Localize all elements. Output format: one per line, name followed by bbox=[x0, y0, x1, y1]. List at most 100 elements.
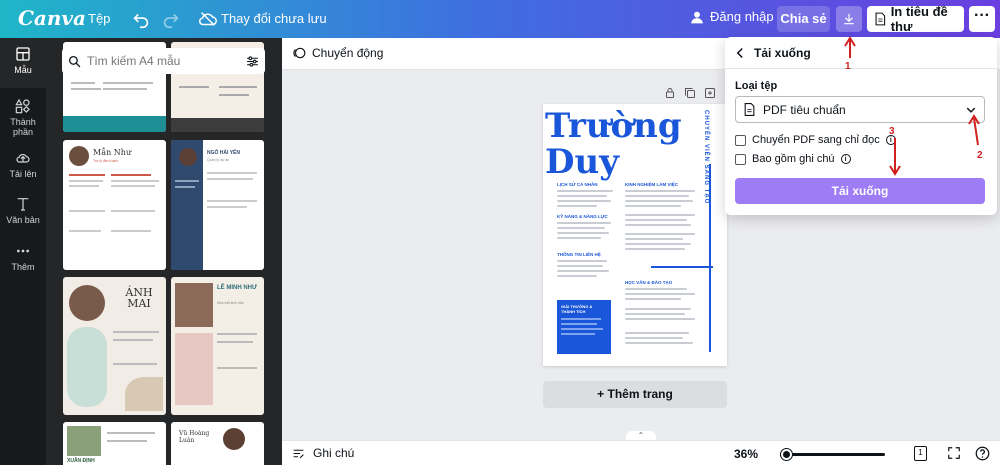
canva-logo[interactable]: Canva bbox=[18, 6, 86, 30]
notes-label: Ghi chú bbox=[313, 446, 355, 460]
editor-footer: Ghi chú 36% 1 bbox=[282, 440, 1000, 465]
flatten-pdf-label: Chuyển PDF sang chỉ đọc bbox=[752, 134, 880, 146]
annotation-label-2: 2 bbox=[977, 150, 983, 161]
fullscreen-icon[interactable] bbox=[947, 446, 961, 460]
zoom-slider[interactable] bbox=[780, 449, 885, 460]
template-panel: Mẫn Như Trợ lý điều hành NGÔ HẢI YẾN Quả… bbox=[46, 38, 282, 465]
cloud-unsaved-icon bbox=[199, 12, 217, 26]
download-icon bbox=[844, 13, 854, 25]
chevron-left-icon bbox=[736, 47, 743, 59]
thumb-subtitle: Quản lý dự án bbox=[207, 158, 230, 162]
template-thumb-xuan-dinh[interactable]: XUÂN ĐỊNH bbox=[63, 422, 166, 465]
animation-icon bbox=[293, 47, 306, 59]
file-type-select[interactable]: PDF tiêu chuẩn bbox=[735, 96, 985, 123]
template-thumb-man-nhu[interactable]: Mẫn Như Trợ lý điều hành bbox=[63, 140, 166, 270]
thumb-title: XUÂN ĐỊNH bbox=[67, 458, 95, 464]
thumb-subtitle: Trợ lý điều hành bbox=[93, 159, 119, 163]
annotation-label-1: 1 bbox=[845, 61, 851, 72]
animate-button[interactable]: Chuyển động bbox=[292, 46, 383, 60]
info-icon[interactable]: i bbox=[840, 154, 851, 164]
annotation-label-3: 3 bbox=[889, 126, 895, 137]
thumb-title: Mẫn Như bbox=[93, 148, 132, 157]
rail-label: Văn bản bbox=[6, 215, 40, 225]
resume-vertical-rule bbox=[709, 164, 711, 352]
thumb-title: ÁNH MAI bbox=[125, 286, 153, 310]
rail-item-uploads[interactable]: Tải lên bbox=[0, 142, 46, 192]
zoom-level[interactable]: 36% bbox=[734, 447, 758, 461]
print-label: In tiêu đề thư bbox=[890, 4, 948, 34]
divider bbox=[725, 68, 997, 69]
download-submit-button[interactable]: Tải xuống bbox=[735, 178, 985, 204]
page-actions bbox=[664, 87, 716, 99]
notes-button[interactable]: Ghi chú bbox=[292, 446, 354, 460]
save-status: Thay đổi chưa lưu bbox=[221, 11, 327, 26]
elements-icon bbox=[15, 98, 30, 114]
resume-section-heading: HỌC VẤN & ĐÀO TẠO bbox=[625, 280, 673, 285]
back-button[interactable] bbox=[735, 46, 745, 62]
template-thumb-le-minh-nhu[interactable]: LÊ MINH NHƯ Nhà viết kịch bản bbox=[171, 277, 264, 415]
resume-section-heading: KỸ NĂNG & NĂNG LỰC bbox=[557, 214, 608, 219]
template-thumb-vu-hoang-luan[interactable]: Vũ Hoàng Luân bbox=[171, 422, 264, 465]
resume-section-heading: KINH NGHIỆM LÀM VIỆC bbox=[625, 182, 679, 187]
more-options-button[interactable]: ··· bbox=[969, 6, 995, 32]
resume-name-line1: Trường bbox=[545, 106, 682, 146]
thumb-title: Vũ Hoàng Luân bbox=[179, 430, 210, 444]
search-input[interactable] bbox=[87, 54, 227, 68]
thumb-subtitle: Nhà viết kịch bản bbox=[217, 301, 244, 305]
thumb-title: NGÔ HẢI YẾN bbox=[207, 150, 240, 156]
template-search[interactable] bbox=[62, 48, 265, 74]
flatten-pdf-checkbox[interactable] bbox=[735, 134, 746, 146]
add-page-icon[interactable] bbox=[704, 87, 716, 99]
rail-label: Mẫu bbox=[14, 65, 32, 75]
resume-award-heading: GIẢI THƯỞNG & THÀNH TÍCH bbox=[561, 304, 593, 314]
text-icon bbox=[17, 198, 29, 211]
resume-horizontal-rule bbox=[651, 266, 713, 268]
undo-icon[interactable] bbox=[130, 8, 152, 30]
rail-item-elements[interactable]: Thành phần bbox=[0, 90, 46, 140]
template-thumb-anh-mai[interactable]: ÁNH MAI bbox=[63, 277, 166, 415]
include-notes-option[interactable]: Bao gồm ghi chú i bbox=[735, 153, 851, 165]
share-button[interactable]: Chia sẻ bbox=[777, 6, 830, 32]
login-button[interactable]: Đăng nhập bbox=[690, 9, 774, 24]
rail-label: Thành phần bbox=[10, 117, 36, 137]
side-rail: Mẫu Thành phần Tải lên Văn bản Thêm bbox=[0, 38, 46, 465]
print-letterhead-button[interactable]: In tiêu đề thư bbox=[867, 4, 964, 34]
file-type-label: Loại tệp bbox=[735, 80, 778, 92]
resume-award-box: GIẢI THƯỞNG & THÀNH TÍCH bbox=[557, 300, 611, 354]
document-icon bbox=[875, 12, 886, 26]
help-icon[interactable] bbox=[975, 446, 990, 461]
rail-item-templates[interactable]: Mẫu bbox=[0, 38, 46, 88]
include-notes-label: Bao gồm ghi chú bbox=[752, 153, 835, 165]
add-page-button[interactable]: + Thêm trang bbox=[543, 381, 727, 408]
rail-label: Thêm bbox=[11, 262, 35, 272]
rail-item-more[interactable]: Thêm bbox=[0, 235, 46, 285]
resume-page[interactable]: Trường Duy CHUYÊN VIÊN SÁNG TẠO LỊCH SỬ … bbox=[543, 104, 727, 366]
lock-icon[interactable] bbox=[664, 87, 676, 99]
download-panel: Tải xuống Loại tệp PDF tiêu chuẩn Chuyển… bbox=[725, 37, 997, 215]
resume-name: Trường Duy bbox=[545, 108, 682, 180]
zoom-slider-knob[interactable] bbox=[780, 449, 792, 460]
rail-label: Tải lên bbox=[9, 169, 37, 179]
user-icon bbox=[691, 11, 703, 23]
template-icon bbox=[16, 47, 30, 61]
resume-section-heading: THÔNG TIN LIÊN HỆ bbox=[557, 252, 601, 257]
download-panel-title: Tải xuống bbox=[754, 46, 811, 60]
rail-item-text[interactable]: Văn bản bbox=[0, 188, 46, 238]
resume-section-heading: LỊCH SỬ CÁ NHÂN bbox=[557, 182, 598, 187]
template-thumb-ngo-hai-yen[interactable]: NGÔ HẢI YẾN Quản lý dự án bbox=[171, 140, 264, 270]
chevron-down-icon bbox=[966, 107, 976, 113]
flatten-pdf-option[interactable]: Chuyển PDF sang chỉ đọc i bbox=[735, 134, 896, 146]
file-type-value: PDF tiêu chuẩn bbox=[763, 102, 846, 117]
page-count-button[interactable]: 1 bbox=[914, 446, 927, 461]
search-icon bbox=[68, 55, 81, 67]
include-notes-checkbox[interactable] bbox=[735, 153, 746, 165]
file-menu[interactable]: Tệp bbox=[88, 11, 110, 26]
redo-icon[interactable] bbox=[160, 8, 182, 30]
resume-name-line2: Duy bbox=[545, 142, 619, 182]
download-button[interactable] bbox=[836, 6, 862, 32]
thumb-title: LÊ MINH NHƯ bbox=[217, 285, 257, 291]
duplicate-page-icon[interactable] bbox=[684, 87, 696, 99]
filter-icon[interactable] bbox=[246, 55, 259, 68]
pdf-file-icon bbox=[744, 103, 755, 116]
login-label: Đăng nhập bbox=[710, 9, 774, 24]
